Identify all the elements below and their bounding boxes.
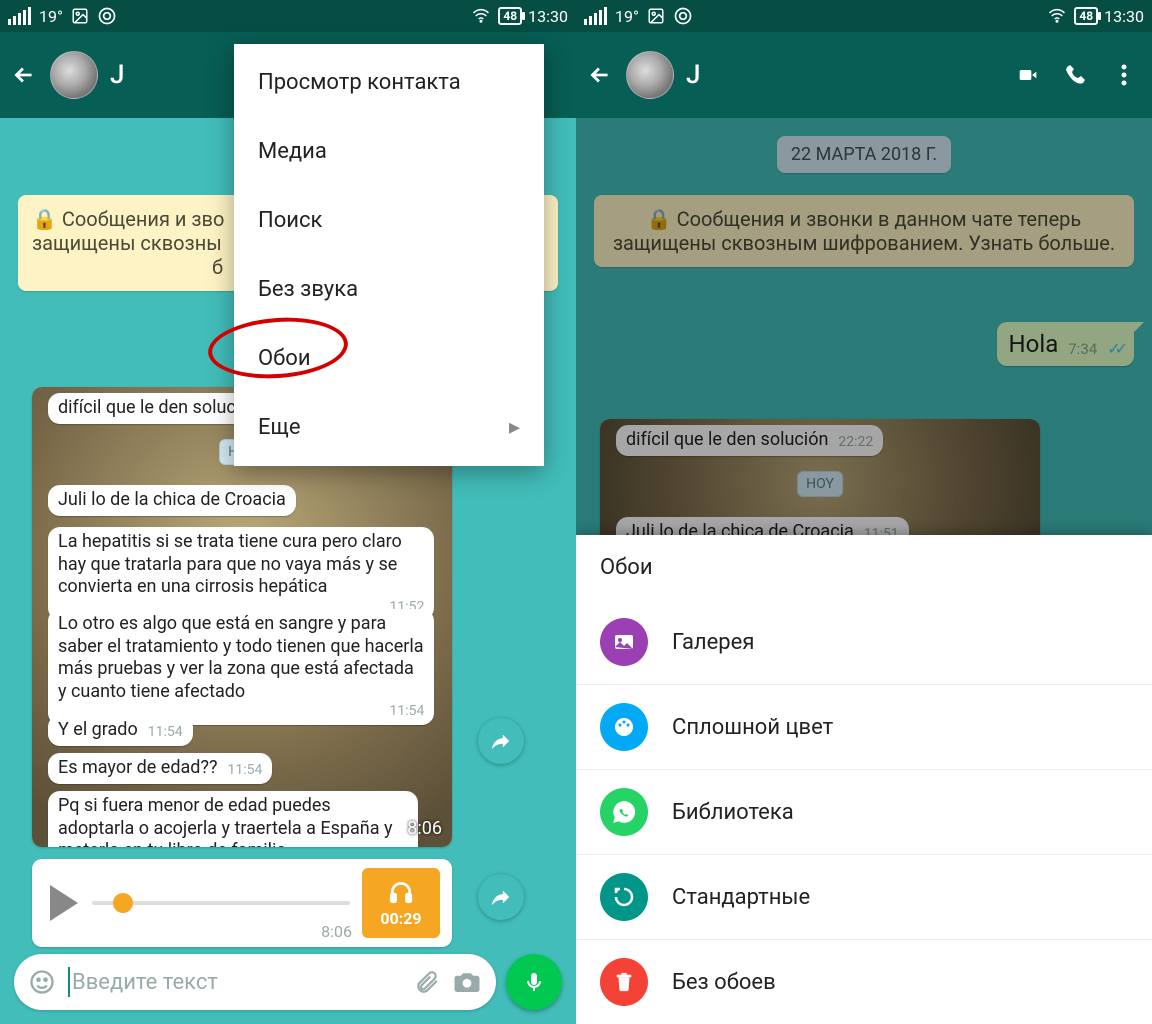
restore-icon	[612, 885, 636, 909]
audio-timestamp: 8:06	[321, 922, 352, 941]
menu-search[interactable]: Поиск	[234, 186, 544, 255]
wifi-icon	[470, 7, 492, 25]
temperature: 19°	[615, 7, 639, 26]
whatsapp-icon	[611, 799, 637, 825]
overflow-menu: Просмотр контакта Медиа Поиск Без звука …	[234, 44, 544, 466]
audio-message[interactable]: 00:29 8:06	[32, 859, 452, 947]
clock: 13:30	[1104, 7, 1144, 26]
date-pill: 22 МАРТА 2018 Г.	[777, 136, 951, 173]
chrome-icon	[97, 6, 117, 26]
battery-icon: 48	[1074, 7, 1098, 25]
image-icon	[71, 7, 89, 25]
sheet-library[interactable]: Библиотека	[576, 769, 1152, 854]
image-duration: 8:06	[407, 818, 442, 839]
gallery-icon	[612, 630, 636, 654]
sheet-gallery[interactable]: Галерея	[576, 600, 1152, 684]
input-bar: Введите текст	[14, 954, 562, 1010]
statusbar: 19° 48 13:30	[0, 0, 576, 32]
statusbar: 19° 48 13:30	[576, 0, 1152, 32]
sheet-solid-color[interactable]: Сплошной цвет	[576, 684, 1152, 769]
headphone-icon	[386, 879, 416, 905]
camera-icon[interactable]	[452, 967, 482, 997]
contact-name[interactable]: J	[686, 60, 998, 90]
play-icon[interactable]	[50, 885, 78, 921]
message-input[interactable]: Введите текст	[14, 954, 496, 1010]
image-icon	[647, 7, 665, 25]
back-button[interactable]	[586, 61, 614, 89]
wallpaper-sheet: Обои Галерея Сплошной цвет Библиотека Ст…	[576, 535, 1152, 1024]
audio-track[interactable]	[92, 901, 350, 905]
menu-mute[interactable]: Без звука	[234, 255, 544, 324]
menu-media[interactable]: Медиа	[234, 117, 544, 186]
signal-icon	[584, 7, 607, 25]
encryption-notice[interactable]: 🔒 Сообщения и звонки в данном чате тепер…	[594, 195, 1134, 267]
signal-icon	[8, 7, 31, 25]
avatar[interactable]	[626, 51, 674, 99]
menu-view-contact[interactable]: Просмотр контакта	[234, 48, 544, 117]
appbar: J	[576, 32, 1152, 118]
attach-icon[interactable]	[414, 969, 440, 995]
input-placeholder: Введите текст	[72, 970, 402, 995]
sheet-no-wallpaper[interactable]: Без обоев	[576, 939, 1152, 1024]
emoji-icon[interactable]	[28, 968, 56, 996]
clock: 13:30	[528, 7, 568, 26]
read-ticks-icon: ✓✓	[1107, 339, 1122, 358]
sheet-default[interactable]: Стандартные	[576, 854, 1152, 939]
mic-button[interactable]	[506, 954, 562, 1010]
back-button[interactable]	[10, 61, 38, 89]
battery-icon: 48	[498, 7, 522, 25]
headphone-block: 00:29	[362, 868, 440, 938]
outgoing-message[interactable]: Hola 7:34 ✓✓	[997, 322, 1134, 366]
hoy-pill: HOY	[797, 471, 843, 497]
sheet-title: Обои	[576, 535, 1152, 600]
menu-wallpaper[interactable]: Обои	[234, 324, 544, 393]
phone-left: 19° 48 13:30 J 22 М 🔒 Сообщения и звозащ…	[0, 0, 576, 1024]
palette-icon	[612, 715, 636, 739]
temperature: 19°	[39, 7, 63, 26]
forward-button-audio[interactable]	[478, 874, 524, 920]
phone-right: 19° 48 13:30 J 22 МАРТА 2018 Г. 🔒 Сообще…	[576, 0, 1152, 1024]
trash-icon	[613, 970, 635, 994]
avatar[interactable]	[50, 51, 98, 99]
voice-call-button[interactable]	[1058, 63, 1094, 87]
forward-button[interactable]	[478, 718, 524, 764]
chrome-icon	[673, 6, 693, 26]
more-button[interactable]	[1106, 63, 1142, 87]
video-call-button[interactable]	[1010, 65, 1046, 85]
wifi-icon	[1046, 7, 1068, 25]
menu-more[interactable]: Еще▸	[234, 393, 544, 462]
